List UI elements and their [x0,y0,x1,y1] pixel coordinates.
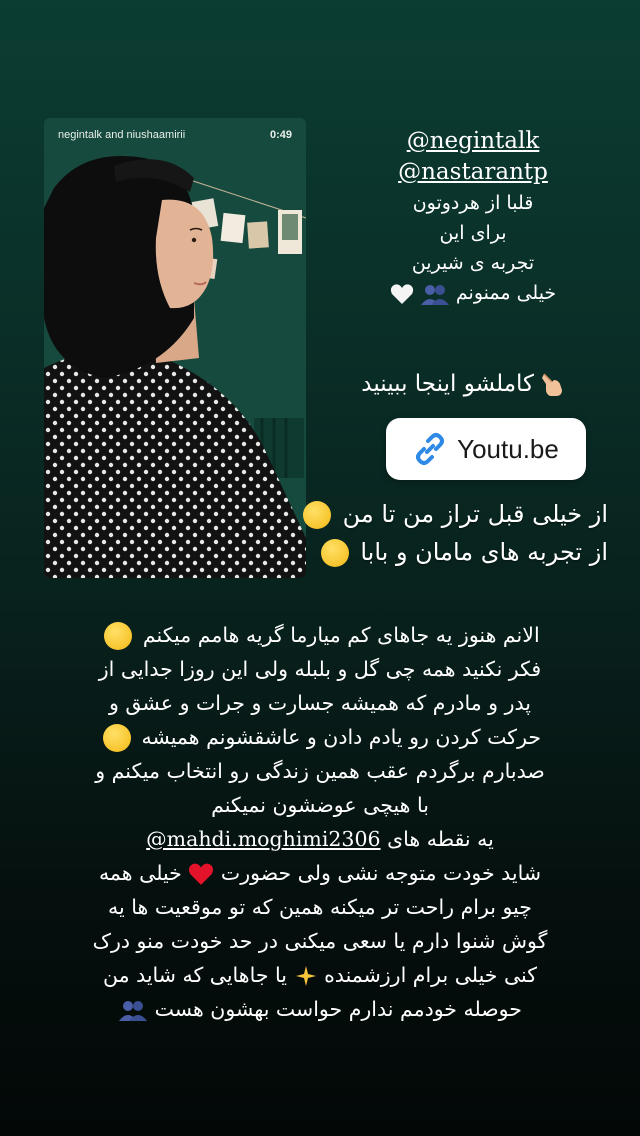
people-icon [119,1001,148,1021]
paragraph-line: شاید خودت متوجه نشی ولی حضورت خیلی همه [36,856,604,890]
video-header: negintalk and niushaamirii 0:49 [44,118,306,152]
paragraph-line: الانم هنوز یه جاهای کم میارما گریه هامم … [36,618,604,652]
pleading-face-icon [102,724,131,752]
thanks-line-1: قلبا از هردوتون [412,192,534,214]
watch-text: کاملشو اینجا ببینید [361,371,534,397]
mention-mahdi[interactable]: @mahdi.moghimi2306 [146,827,380,851]
paragraph-text: یه نقطه های [387,827,494,851]
mentions-block: @negintalk @nastarantp قلبا از هردوتون ب… [358,126,588,308]
red-heart-icon [189,863,214,885]
link-label: Youtu.be [457,433,559,464]
thanks-line-4: خیلی ممنونم [358,278,588,308]
paragraph-text: یا جاهایی که شاید من [102,963,287,987]
paragraph-text: الانم هنوز یه جاهای کم میارما گریه هامم … [142,623,540,647]
paragraph-text: خیلی همه [98,861,182,885]
mention-negintalk[interactable]: @negintalk [358,126,588,157]
watch-line: کاملشو اینجا ببینید [361,370,566,398]
video-portrait [44,118,306,578]
overlay-line-2: از تجربه های مامان و بابا [317,534,608,570]
link-icon [416,433,445,465]
people-icon [420,284,449,305]
paragraph-line: صدبارم برگردم عقب همین زندگی رو انتخاب م… [95,759,545,783]
overlay-text-2: از تجربه های مامان و بابا [360,538,608,566]
pointing-hand-icon [542,373,562,396]
video-card[interactable]: negintalk and niushaamirii 0:49 [44,118,306,578]
paragraph-line: پدر و مادرم که همیشه جسارت و جرات و عشق … [109,691,531,715]
paragraph-line: یه نقطه های @mahdi.moghimi2306 [36,822,604,856]
paragraph-line: چیو برام راحت تر میکنه همین که تو موقعیت… [108,895,532,919]
paragraph-line: حوصله خودمم ندارم حواست بهشون هست [36,992,604,1026]
thanks-line-3: تجربه ی شیرین [411,252,535,274]
paragraph-line: فکر نکنید همه چی گل و بلبله ولی این روزا… [98,657,542,681]
video-accounts: negintalk and niushaamirii [58,129,186,141]
pleading-face-icon [104,622,133,650]
video-duration: 0:49 [269,129,292,141]
paragraph-text: حوصله خودمم ندارم حواست بهشون هست [154,997,522,1021]
caption-paragraph: الانم هنوز یه جاهای کم میارما گریه هامم … [36,618,604,1026]
overlay-text-1: از خیلی قبل تراز من تا من [342,500,608,528]
paragraph-line: با هیچی عوضشون نمیکنم [211,793,429,817]
paragraph-line: کنی خیلی برام ارزشمنده یا جاهایی که شاید… [36,958,604,992]
paragraph-text: کنی خیلی برام ارزشمنده [324,963,537,987]
sparkles-icon [295,966,316,986]
pleading-face-icon [320,539,349,567]
paragraph-line: حرکت کردن رو یادم دادن و عاشقشونم همیشه [36,720,604,754]
paragraph-text: شاید خودت متوجه نشی ولی حضورت [220,861,542,885]
thanks-text: خیلی ممنونم [455,282,557,304]
white-heart-icon [390,283,413,304]
link-sticker[interactable]: Youtu.be [386,418,586,480]
paragraph-line: گوش شنوا دارم یا سعی میکنی در حد خودت من… [92,929,548,953]
mention-nastarantp[interactable]: @nastarantp [358,157,588,188]
thanks-line-2: برای این [439,222,507,244]
grinning-face-icon [302,501,331,529]
overlay-line-1: از خیلی قبل تراز من تا من [299,496,608,532]
paragraph-text: حرکت کردن رو یادم دادن و عاشقشونم همیشه [141,725,542,749]
